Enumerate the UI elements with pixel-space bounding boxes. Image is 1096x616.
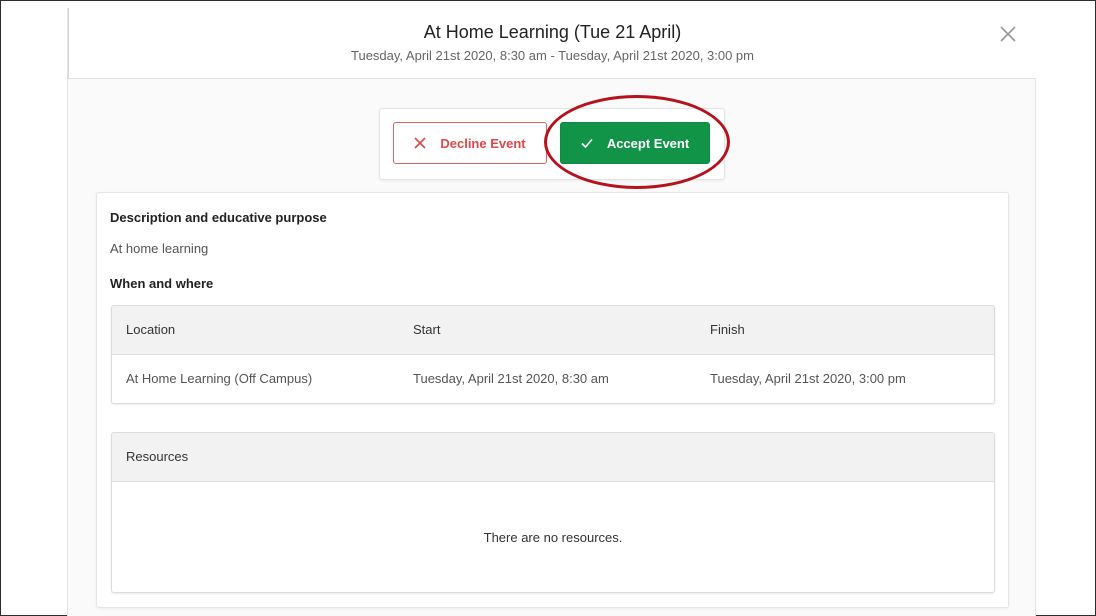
- close-icon: [998, 24, 1018, 44]
- resources-heading: Resources: [126, 449, 189, 464]
- event-details-card: Description and educative purpose At hom…: [96, 192, 1009, 608]
- modal-subtitle: Tuesday, April 21st 2020, 8:30 am - Tues…: [351, 48, 754, 63]
- start-cell: Tuesday, April 21st 2020, 8:30 am: [413, 371, 609, 386]
- resources-empty-text: There are no resources.: [483, 529, 623, 545]
- decline-event-button[interactable]: Decline Event: [393, 122, 547, 164]
- rsvp-actions: Decline Event Accept Event: [379, 108, 725, 180]
- accept-event-label: Accept Event: [606, 135, 690, 151]
- resources-panel: Resources There are no resources.: [111, 432, 995, 593]
- close-button[interactable]: [998, 24, 1018, 44]
- accept-event-button[interactable]: Accept Event: [560, 122, 710, 164]
- table-header-row: Location Start Finish: [112, 306, 994, 355]
- modal-header: At Home Learning (Tue 21 April) Tuesday,…: [68, 8, 1036, 79]
- x-icon: [414, 137, 426, 149]
- description-text: At home learning: [110, 241, 209, 256]
- resources-header: Resources: [112, 433, 994, 482]
- when-where-table: Location Start Finish At Home Learning (…: [111, 305, 995, 404]
- when-where-heading: When and where: [110, 276, 214, 291]
- check-icon: [581, 137, 593, 149]
- column-header-location: Location: [126, 322, 176, 337]
- modal-title: At Home Learning (Tue 21 April): [423, 22, 682, 42]
- resources-empty-state: There are no resources.: [112, 482, 994, 592]
- column-header-finish: Finish: [710, 322, 745, 337]
- table-row: At Home Learning (Off Campus) Tuesday, A…: [112, 355, 994, 403]
- location-cell: At Home Learning (Off Campus): [126, 371, 313, 386]
- finish-cell: Tuesday, April 21st 2020, 3:00 pm: [710, 371, 906, 386]
- description-heading: Description and educative purpose: [110, 210, 327, 225]
- event-modal: At Home Learning (Tue 21 April) Tuesday,…: [67, 8, 1036, 616]
- decline-event-label: Decline Event: [440, 135, 526, 151]
- column-header-start: Start: [413, 322, 441, 337]
